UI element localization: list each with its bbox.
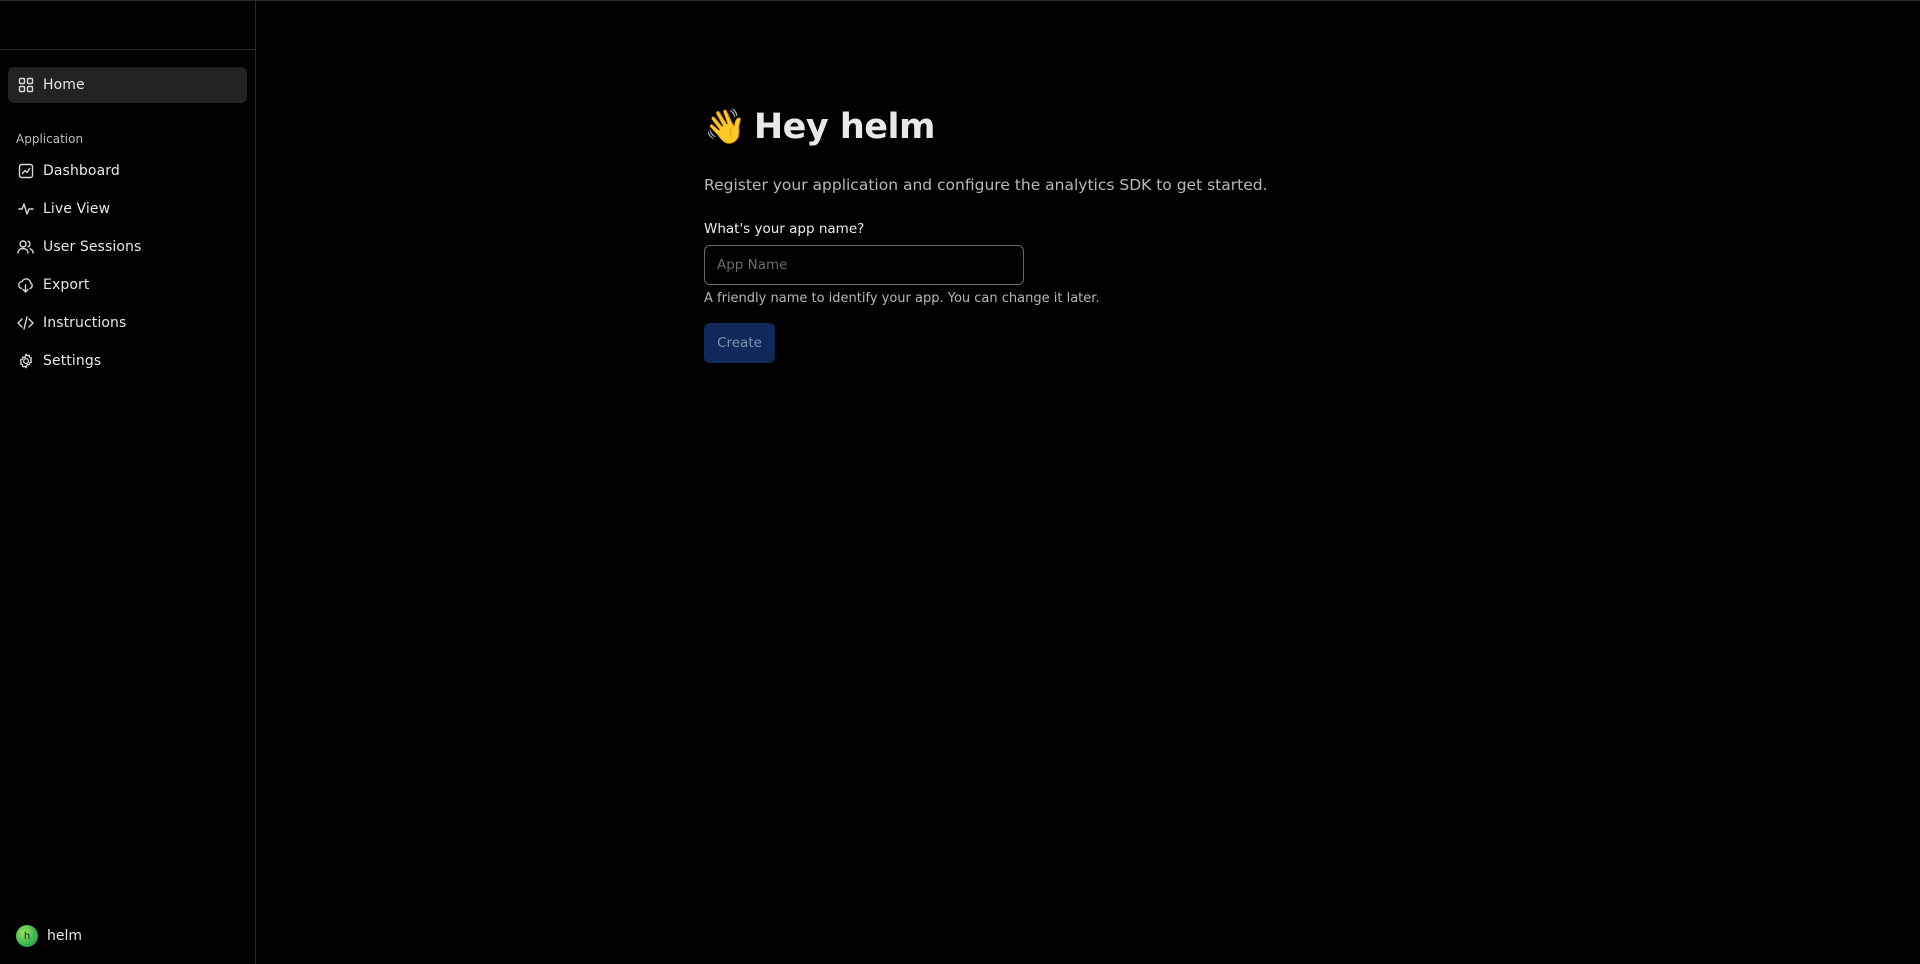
code-icon [17,315,34,332]
sidebar-item-live-view[interactable]: Live View [8,192,247,226]
gear-icon [17,353,34,370]
sidebar-item-home[interactable]: Home [8,67,247,103]
page-title: 👋 Hey helm [704,107,1304,147]
app-name-input[interactable] [704,245,1024,285]
waving-hand-icon: 👋 [704,107,746,147]
main-content: 👋 Hey helm Register your application and… [257,1,1920,964]
create-button[interactable]: Create [704,323,775,363]
sidebar-item-settings[interactable]: Settings [8,344,247,378]
sidebar-item-label: Live View [43,201,111,217]
sidebar-item-label: User Sessions [43,239,142,255]
sidebar: Home Application Dashboard Live View Use… [0,1,256,964]
app-name-label: What's your app name? [704,221,865,237]
sidebar-item-user-sessions[interactable]: User Sessions [8,230,247,264]
sidebar-item-export[interactable]: Export [8,268,247,302]
page-title-text: Hey helm [753,107,936,147]
activity-icon [17,201,34,218]
sidebar-item-label: Instructions [43,315,127,331]
chart-icon [17,163,34,180]
app-name-hint: A friendly name to identify your app. Yo… [704,291,1100,306]
grid-icon [17,77,34,94]
sidebar-item-dashboard[interactable]: Dashboard [8,154,247,188]
sidebar-item-instructions[interactable]: Instructions [8,306,247,340]
avatar: h [16,925,38,947]
user-profile[interactable]: h helm [16,925,82,947]
page-subtitle: Register your application and configure … [704,176,1268,194]
cloud-download-icon [17,277,34,294]
sidebar-item-label: Home [43,77,85,93]
app-window: Home Application Dashboard Live View Use… [0,0,1920,964]
sidebar-item-label: Export [43,277,90,293]
sidebar-header [0,1,255,50]
onboarding-form: 👋 Hey helm Register your application and… [704,107,1304,363]
sidebar-item-label: Settings [43,353,102,369]
username: helm [47,928,83,944]
users-icon [17,239,34,256]
sidebar-item-label: Dashboard [43,163,120,179]
section-label-application: Application [16,132,84,146]
